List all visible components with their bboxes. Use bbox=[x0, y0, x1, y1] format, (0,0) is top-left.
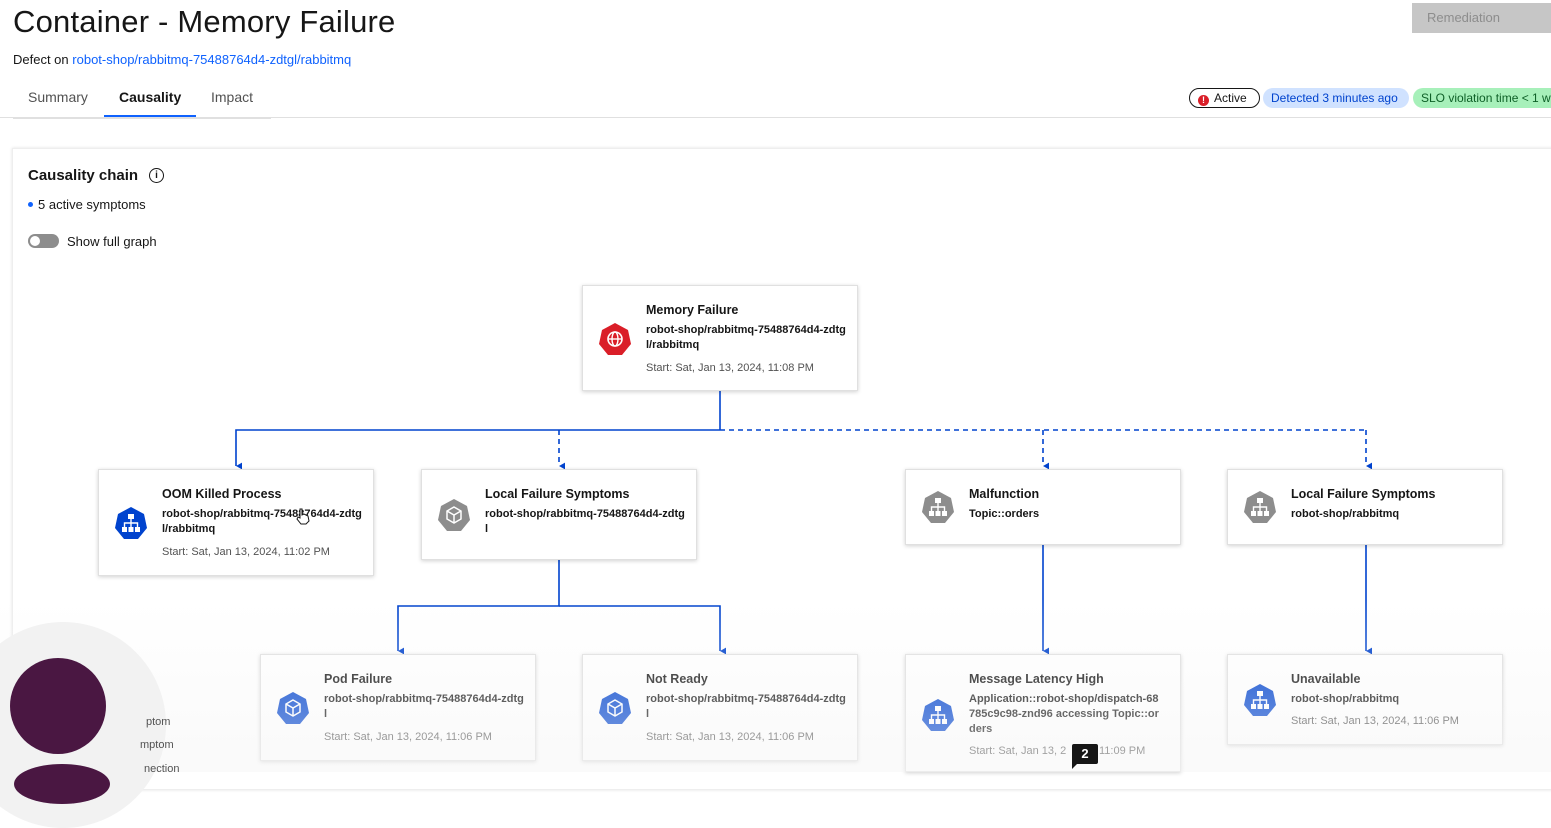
node-title: Pod Failure bbox=[324, 672, 393, 686]
node-resource: Topic::orders bbox=[969, 508, 1040, 520]
node-unavailable[interactable]: Unavailable robot-shop/rabbitmq Start: S… bbox=[1227, 654, 1503, 745]
network-icon bbox=[922, 491, 954, 523]
node-oom-killed-process[interactable]: OOM Killed Process robot-shop/rabbitmq-7… bbox=[98, 469, 374, 576]
node-title: Local Failure Symptoms bbox=[1291, 487, 1436, 501]
node-title: Unavailable bbox=[1291, 672, 1361, 686]
badge-tail bbox=[1072, 762, 1079, 769]
legend-item-root-symptom: mptom bbox=[140, 739, 174, 751]
node-resource: robot-shop/rabbitmq-75488764d4-zdtgl bbox=[485, 508, 685, 535]
node-resource: robot-shop/rabbitmq-75488764d4-zdtgl/rab… bbox=[646, 324, 846, 351]
avatar bbox=[10, 658, 106, 754]
edge-local1-notready bbox=[559, 605, 720, 651]
node-title: OOM Killed Process bbox=[162, 487, 282, 501]
node-start-time: Start: Sat, Jan 13, 2024, 11:02 PM bbox=[162, 546, 330, 558]
node-message-latency-high[interactable]: Message Latency High Application::robot-… bbox=[905, 654, 1181, 772]
node-title: Malfunction bbox=[969, 487, 1040, 501]
node-start-time: Start: Sat, Jan 13, 2024, 11:06 PM bbox=[646, 731, 814, 743]
node-start-time: Start: Sat, Jan 13, 2 bbox=[969, 745, 1067, 757]
network-icon bbox=[1244, 684, 1276, 716]
cube-icon bbox=[277, 692, 309, 724]
node-title: Local Failure Symptoms bbox=[485, 487, 630, 501]
avatar-shoulder bbox=[14, 764, 110, 804]
node-local-failure-symptoms-service[interactable]: Local Failure Symptoms robot-shop/rabbit… bbox=[1227, 469, 1503, 545]
node-resource: robot-shop/rabbitmq-75488764d4-zdtgl bbox=[646, 693, 846, 720]
legend-item-symptom: ptom bbox=[146, 716, 171, 728]
node-memory-failure[interactable]: Memory Failure robot-shop/rabbitmq-75488… bbox=[582, 285, 858, 391]
node-start-time-tail: 11:09 PM bbox=[1099, 745, 1146, 757]
node-title: Not Ready bbox=[646, 672, 708, 686]
network-icon bbox=[1244, 491, 1276, 523]
node-title: Memory Failure bbox=[646, 303, 739, 317]
node-resource: Application::robot-shop/dispatch-68785c9… bbox=[969, 693, 1159, 735]
node-start-time: Start: Sat, Jan 13, 2024, 11:06 PM bbox=[324, 731, 492, 743]
edge-root-oom bbox=[235, 429, 720, 466]
network-icon bbox=[115, 507, 147, 539]
node-not-ready[interactable]: Not Ready robot-shop/rabbitmq-75488764d4… bbox=[582, 654, 858, 761]
node-pod-failure[interactable]: Pod Failure robot-shop/rabbitmq-75488764… bbox=[260, 654, 536, 761]
node-title: Message Latency High bbox=[969, 672, 1104, 686]
node-resource: robot-shop/rabbitmq-75488764d4-zdtgl bbox=[324, 693, 524, 720]
node-local-failure-symptoms-pod[interactable]: Local Failure Symptoms robot-shop/rabbit… bbox=[421, 469, 697, 560]
node-resource: robot-shop/rabbitmq bbox=[1291, 508, 1400, 520]
cube-icon bbox=[599, 692, 631, 724]
legend-item-connection: nection bbox=[144, 763, 180, 775]
node-resource: robot-shop/rabbitmq-75488764d4-zdtgl/rab… bbox=[162, 508, 362, 535]
cube-icon bbox=[438, 499, 470, 531]
node-malfunction[interactable]: Malfunction Topic::orders bbox=[905, 469, 1181, 545]
hand-cursor-icon bbox=[296, 508, 310, 525]
network-icon bbox=[922, 699, 954, 731]
node-start-time: Start: Sat, Jan 13, 2024, 11:06 PM bbox=[1291, 715, 1459, 727]
comment-count-badge[interactable]: 2 bbox=[1072, 744, 1098, 764]
globe-icon bbox=[599, 323, 631, 355]
node-resource: robot-shop/rabbitmq bbox=[1291, 693, 1400, 705]
node-start-time: Start: Sat, Jan 13, 2024, 11:08 PM bbox=[646, 362, 814, 374]
edge-local1-pod bbox=[397, 560, 560, 651]
